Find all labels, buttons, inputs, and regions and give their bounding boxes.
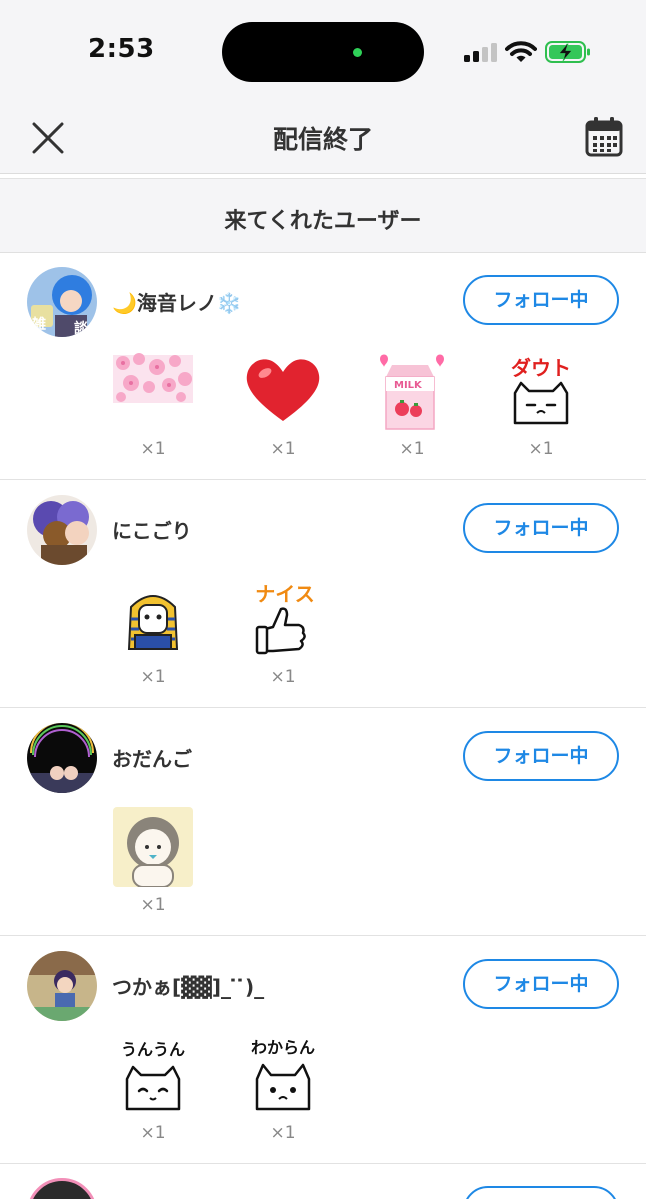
list-item: おだんご フォロー中 ×1	[0, 709, 646, 936]
gift-count: ×1	[528, 439, 554, 459]
battery-charging-icon	[545, 41, 590, 63]
gift-item: わからん ×1	[243, 1035, 323, 1150]
gift-item: ダウト ×1	[501, 351, 581, 466]
avatar[interactable]: 雑 談	[27, 267, 97, 337]
camera-indicator	[353, 48, 362, 57]
following-button[interactable]: フォロー中	[463, 731, 619, 781]
username: にこごり	[112, 519, 192, 543]
gift-item: うんうん ×1	[113, 1035, 193, 1150]
list-item: 雑 談 🌙海音レノ❄️ フォロー中 ×1 ×1 MILK ×1 ダウト ×1	[0, 253, 646, 480]
following-button[interactable]: フォロー中	[463, 275, 619, 325]
svg-text:雑: 雑	[31, 316, 46, 333]
calendar-icon[interactable]	[584, 116, 624, 158]
strawberry-milk-gift-icon: MILK	[380, 354, 444, 430]
cat-dauto-gift-icon: ダウト	[511, 356, 571, 425]
gift-item: ×1	[113, 579, 193, 694]
svg-text:MILK: MILK	[394, 380, 423, 391]
cherry-blossom-gift-icon	[113, 353, 193, 403]
gift-label: ナイス	[255, 582, 314, 606]
gift-count: ×1	[270, 1123, 296, 1143]
cat-wakaran-gift-icon: わからん	[251, 1038, 315, 1111]
character-portrait-gift-icon	[113, 807, 193, 887]
avatar[interactable]	[27, 951, 97, 1021]
gift-item: ×1	[113, 351, 193, 466]
dynamic-island	[222, 22, 424, 82]
gift-label: ダウト	[511, 356, 571, 380]
following-button[interactable]: フォロー中	[463, 503, 619, 553]
gift-count: ×1	[270, 667, 296, 687]
section-header: 来てくれたユーザー	[0, 178, 646, 253]
list-item: にこごり フォロー中 ×1 ナイス ×1	[0, 481, 646, 708]
following-button[interactable]: フォロー中	[463, 959, 619, 1009]
gift-count: ×1	[140, 1123, 166, 1143]
username: 🌙海音レノ❄️	[112, 291, 242, 315]
cellular-signal-icon	[464, 43, 497, 62]
gift-item: ナイス ×1	[243, 579, 323, 694]
section-title: 来てくれたユーザー	[224, 209, 422, 234]
gift-item: ×1	[243, 351, 323, 466]
status-bar: 2:53	[0, 0, 646, 100]
avatar[interactable]	[27, 495, 97, 565]
cat-unun-gift-icon: うんうん	[121, 1040, 185, 1111]
svg-text:談: 談	[74, 320, 89, 337]
gift-count: ×1	[140, 439, 166, 459]
gift-count: ×1	[140, 667, 166, 687]
username: つかぁ[▓▓]_ ̇ ̇)_	[112, 975, 265, 999]
gift-item: MILK ×1	[372, 351, 452, 466]
avatar[interactable]	[27, 1178, 97, 1199]
status-time: 2:53	[88, 34, 155, 64]
gift-item: ×1	[113, 807, 193, 922]
following-button[interactable]	[463, 1186, 619, 1199]
thumbs-up-nice-gift-icon: ナイス	[255, 582, 315, 655]
gift-label: わからん	[251, 1038, 315, 1057]
list-item	[0, 1160, 646, 1199]
gift-count: ×1	[140, 895, 166, 915]
gift-label: うんうん	[121, 1040, 185, 1059]
username: おだんご	[112, 747, 192, 771]
gift-count: ×1	[270, 439, 296, 459]
gift-count: ×1	[399, 439, 425, 459]
page-title: 配信終了	[272, 125, 373, 154]
wifi-icon	[505, 41, 537, 62]
heart-gift-icon	[246, 359, 320, 421]
navigation-bar: 配信終了	[0, 100, 646, 174]
pharaoh-cat-gift-icon	[127, 595, 179, 650]
list-item: つかぁ[▓▓]_ ̇ ̇)_ フォロー中 うんうん ×1 わからん ×1	[0, 937, 646, 1164]
avatar[interactable]	[27, 723, 97, 793]
